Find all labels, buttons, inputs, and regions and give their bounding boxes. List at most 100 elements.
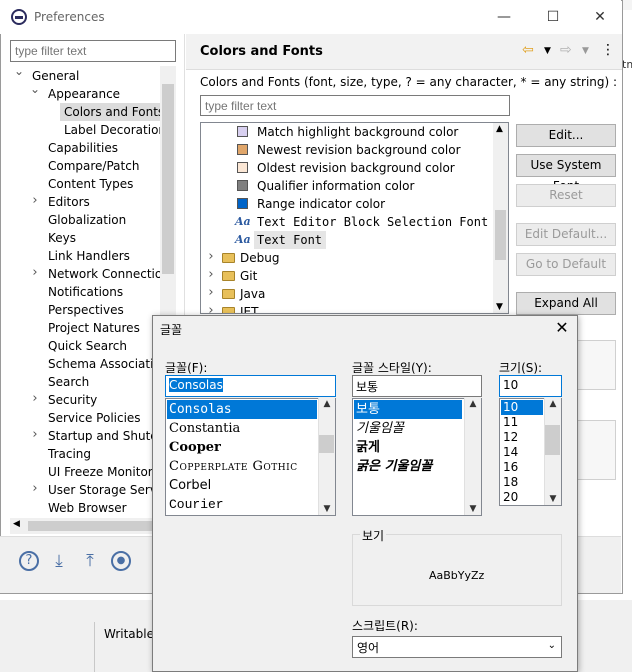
- sidebar-item[interactable]: Globalization: [48, 211, 126, 229]
- script-select[interactable]: 영어 ⌄: [352, 636, 562, 658]
- export-icon[interactable]: ⤒: [80, 551, 100, 571]
- scroll-up-icon[interactable]: ▲: [465, 399, 481, 409]
- sidebar-filter-input[interactable]: [10, 40, 176, 62]
- tree-scroll-thumb[interactable]: [162, 84, 174, 274]
- chevron-right-icon[interactable]: ›: [30, 265, 40, 280]
- size-list-item[interactable]: 20: [501, 490, 543, 505]
- edit-default-button[interactable]: Edit Default...: [516, 223, 616, 246]
- sidebar-item[interactable]: Capabilities: [48, 139, 118, 157]
- font-list-thumb[interactable]: [319, 435, 334, 453]
- import-icon[interactable]: ⤓: [49, 551, 69, 571]
- font-dialog-close-icon[interactable]: ✕: [552, 318, 572, 337]
- font-list[interactable]: Consolas Constantia Cooper Copperplate Goth…: [165, 398, 336, 516]
- colors-fonts-tree[interactable]: Match highlight background color Newest r…: [200, 122, 509, 314]
- edit-button[interactable]: Edit...: [516, 124, 616, 147]
- size-list-scrollbar[interactable]: ▲ ▼: [544, 398, 561, 505]
- scroll-up-icon[interactable]: ▲: [496, 124, 503, 134]
- sidebar-item[interactable]: Label Decorations: [64, 121, 172, 139]
- size-list-item[interactable]: 16: [501, 460, 543, 475]
- sidebar-item[interactable]: Content Types: [48, 175, 133, 193]
- record-icon[interactable]: ●: [111, 551, 131, 571]
- style-list-item[interactable]: 굵은 기울임꼴: [354, 457, 462, 476]
- chevron-right-icon[interactable]: ›: [30, 481, 40, 496]
- sidebar-item[interactable]: Quick Search: [48, 337, 127, 355]
- expand-all-button[interactable]: Expand All: [516, 292, 616, 315]
- font-name-input[interactable]: Consolas: [165, 375, 336, 397]
- help-icon[interactable]: ?: [19, 551, 39, 571]
- sidebar-item[interactable]: Schema Association: [48, 355, 168, 373]
- colors-tree-item[interactable]: Newest revision background color: [257, 141, 461, 159]
- font-list-item[interactable]: Consolas: [167, 400, 317, 419]
- forward-menu-chevron-icon[interactable]: ▼: [582, 46, 589, 56]
- scroll-down-icon[interactable]: ▼: [496, 302, 503, 312]
- font-style-input[interactable]: 보통: [352, 375, 482, 397]
- colors-tree-item[interactable]: Range indicator color: [257, 195, 385, 213]
- style-list-item[interactable]: 기울임꼴: [354, 419, 462, 438]
- view-menu-icon[interactable]: ⋮: [601, 42, 615, 58]
- sidebar-item[interactable]: Web Browser: [48, 499, 127, 517]
- colors-tree-item[interactable]: Text Editor Block Selection Font: [257, 213, 488, 231]
- font-size-input[interactable]: 10: [499, 375, 562, 397]
- chevron-right-icon[interactable]: ›: [30, 193, 40, 208]
- style-list-item[interactable]: 보통: [354, 400, 462, 419]
- colors-tree-item[interactable]: Text Font: [254, 231, 327, 249]
- chevron-right-icon[interactable]: ›: [206, 303, 216, 313]
- chevron-down-icon[interactable]: ⌄: [548, 640, 556, 651]
- scroll-left-icon[interactable]: ◀: [13, 519, 20, 529]
- sidebar-item[interactable]: Perspectives: [48, 301, 124, 319]
- size-list-item[interactable]: 11: [501, 415, 543, 430]
- scroll-down-icon[interactable]: ▼: [319, 504, 335, 514]
- font-list-item[interactable]: Courier: [167, 495, 317, 514]
- sidebar-item[interactable]: Network Connection: [48, 265, 170, 283]
- chevron-right-icon[interactable]: ›: [206, 267, 216, 282]
- scroll-down-icon[interactable]: ▼: [465, 504, 481, 514]
- chevron-right-icon[interactable]: ›: [30, 391, 40, 406]
- style-list-item[interactable]: 굵게: [354, 438, 462, 457]
- colors-tree-category[interactable]: Git: [240, 267, 257, 285]
- sidebar-item[interactable]: Appearance: [48, 85, 120, 103]
- font-list-item[interactable]: Copperplate Gothic: [167, 457, 317, 476]
- maximize-button[interactable]: ☐: [541, 6, 565, 28]
- colors-tree-category[interactable]: Java: [240, 285, 265, 303]
- colors-tree-item[interactable]: Oldest revision background color: [257, 159, 455, 177]
- size-list-item[interactable]: 18: [501, 475, 543, 490]
- sidebar-item[interactable]: Search: [48, 373, 89, 391]
- back-menu-chevron-icon[interactable]: ▼: [544, 46, 551, 56]
- font-style-list[interactable]: 보통 기울임꼴 굵게 굵은 기울임꼴: [352, 398, 482, 516]
- sidebar-item[interactable]: Compare/Patch: [48, 157, 139, 175]
- sidebar-item[interactable]: Service Policies: [48, 409, 141, 427]
- colors-tree-category[interactable]: JET: [240, 303, 258, 313]
- sidebar-item[interactable]: Colors and Fonts: [60, 103, 171, 121]
- font-list-item[interactable]: Corbel: [167, 476, 317, 495]
- back-arrow-icon[interactable]: ⇦: [522, 42, 534, 58]
- go-to-default-button[interactable]: Go to Default: [516, 253, 616, 276]
- size-list-item[interactable]: 12: [501, 430, 543, 445]
- scroll-up-icon[interactable]: ▲: [319, 399, 335, 409]
- sidebar-item[interactable]: Tracing: [48, 445, 91, 463]
- colors-filter-input[interactable]: [200, 95, 510, 116]
- font-list-item[interactable]: Constantia: [167, 419, 317, 438]
- font-list-item[interactable]: Cooper: [167, 438, 317, 457]
- size-list-item[interactable]: 14: [501, 445, 543, 460]
- colors-scroll-thumb[interactable]: [495, 210, 506, 260]
- hscroll-thumb[interactable]: [28, 521, 158, 531]
- sidebar-item[interactable]: Notifications: [48, 283, 123, 301]
- sidebar-item[interactable]: Link Handlers: [48, 247, 130, 265]
- scroll-up-icon[interactable]: ▲: [545, 399, 561, 409]
- size-list-item[interactable]: 10: [501, 400, 543, 415]
- style-list-scrollbar[interactable]: ▲ ▼: [464, 398, 481, 515]
- colors-tree-category[interactable]: Debug: [240, 249, 279, 267]
- chevron-right-icon[interactable]: ›: [30, 427, 40, 442]
- colors-tree-item[interactable]: Qualifier information color: [257, 177, 414, 195]
- sidebar-item[interactable]: Editors: [48, 193, 90, 211]
- close-button[interactable]: ✕: [588, 6, 612, 28]
- chevron-down-icon[interactable]: ⌄: [30, 82, 40, 96]
- chevron-right-icon[interactable]: ›: [206, 249, 216, 264]
- use-system-font-button[interactable]: Use System Font: [516, 154, 616, 193]
- forward-arrow-icon[interactable]: ⇨: [560, 42, 572, 58]
- sidebar-item[interactable]: Security: [48, 391, 97, 409]
- minimize-button[interactable]: —: [492, 6, 516, 28]
- chevron-right-icon[interactable]: ›: [206, 285, 216, 300]
- scroll-down-icon[interactable]: ▼: [545, 494, 561, 504]
- font-list-scrollbar[interactable]: ▲ ▼: [318, 398, 335, 515]
